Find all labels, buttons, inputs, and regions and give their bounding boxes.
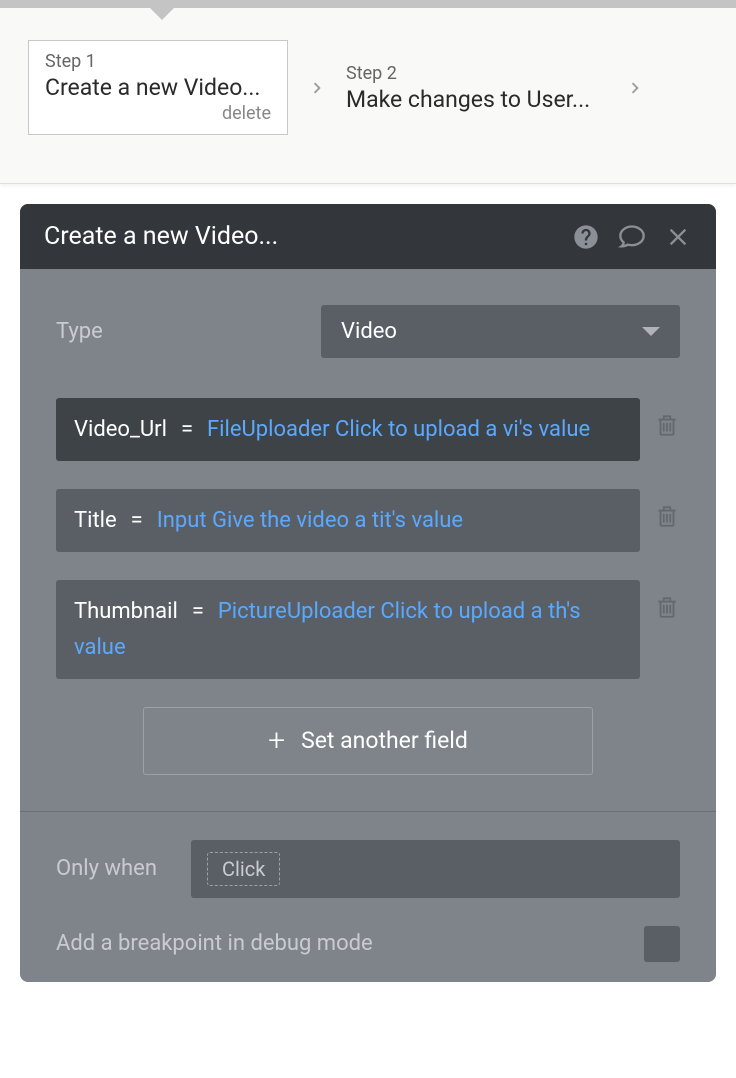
header-icons [572, 223, 692, 251]
field-value[interactable]: Input Give the video a tit's value [157, 508, 463, 533]
step-title: Make changes to User... [346, 86, 606, 113]
equals-sign: = [192, 599, 204, 624]
only-when-input[interactable]: Click [191, 840, 680, 898]
field-name: Thumbnail [74, 599, 178, 624]
top-divider-bar [0, 0, 736, 8]
field-row: Title = Input Give the video a tit's val… [56, 489, 680, 552]
arrow-right-icon [306, 77, 328, 99]
action-editor-panel: Create a new Video... Type Video Video_U… [20, 204, 716, 982]
editor-body: Type Video Video_Url = FileUploader Clic… [20, 269, 716, 982]
breakpoint-checkbox[interactable] [644, 926, 680, 962]
editor-title: Create a new Video... [44, 222, 278, 251]
field-value[interactable]: FileUploader Click to upload a vi's valu… [207, 417, 590, 442]
step-label: Step 1 [45, 51, 271, 72]
arrow-right-icon [624, 77, 646, 99]
trash-icon[interactable] [654, 503, 680, 529]
workflow-steps: Step 1 Create a new Video... delete Step… [28, 40, 708, 135]
chevron-down-icon [642, 327, 660, 336]
type-label: Type [56, 319, 321, 344]
equals-sign: = [131, 508, 143, 533]
field-name: Title [74, 508, 117, 533]
step-label: Step 2 [346, 63, 606, 84]
click-chip[interactable]: Click [207, 852, 280, 886]
set-field-text: Set another field [301, 727, 468, 754]
only-when-row: Only when Click [56, 840, 680, 898]
field-assignment[interactable]: Title = Input Give the video a tit's val… [56, 489, 640, 552]
breakpoint-label: Add a breakpoint in debug mode [56, 931, 373, 956]
field-name: Video_Url [74, 417, 167, 442]
type-value: Video [341, 319, 397, 344]
trash-icon[interactable] [654, 594, 680, 620]
section-divider [20, 811, 716, 812]
plus-icon: + [268, 726, 285, 756]
field-row: Video_Url = FileUploader Click to upload… [56, 398, 680, 461]
step-title: Create a new Video... [45, 74, 271, 101]
only-when-label: Only when [56, 856, 191, 881]
set-another-field-button[interactable]: + Set another field [143, 707, 593, 775]
close-icon[interactable] [664, 223, 692, 251]
breakpoint-row: Add a breakpoint in debug mode [56, 926, 680, 962]
field-row: Thumbnail = PictureUploader Click to upl… [56, 580, 680, 678]
type-row: Type Video [56, 305, 680, 358]
step-delete-link[interactable]: delete [45, 103, 271, 124]
trash-icon[interactable] [654, 412, 680, 438]
help-icon[interactable] [572, 223, 600, 251]
workflow-step-2[interactable]: Step 2 Make changes to User... [346, 63, 606, 113]
editor-header: Create a new Video... [20, 204, 716, 269]
field-assignment[interactable]: Video_Url = FileUploader Click to upload… [56, 398, 640, 461]
workflow-step-1[interactable]: Step 1 Create a new Video... delete [28, 40, 288, 135]
comment-icon[interactable] [618, 223, 646, 251]
type-select[interactable]: Video [321, 305, 680, 358]
field-assignment[interactable]: Thumbnail = PictureUploader Click to upl… [56, 580, 640, 678]
equals-sign: = [181, 417, 193, 442]
workflow-panel: Step 1 Create a new Video... delete Step… [0, 8, 736, 184]
